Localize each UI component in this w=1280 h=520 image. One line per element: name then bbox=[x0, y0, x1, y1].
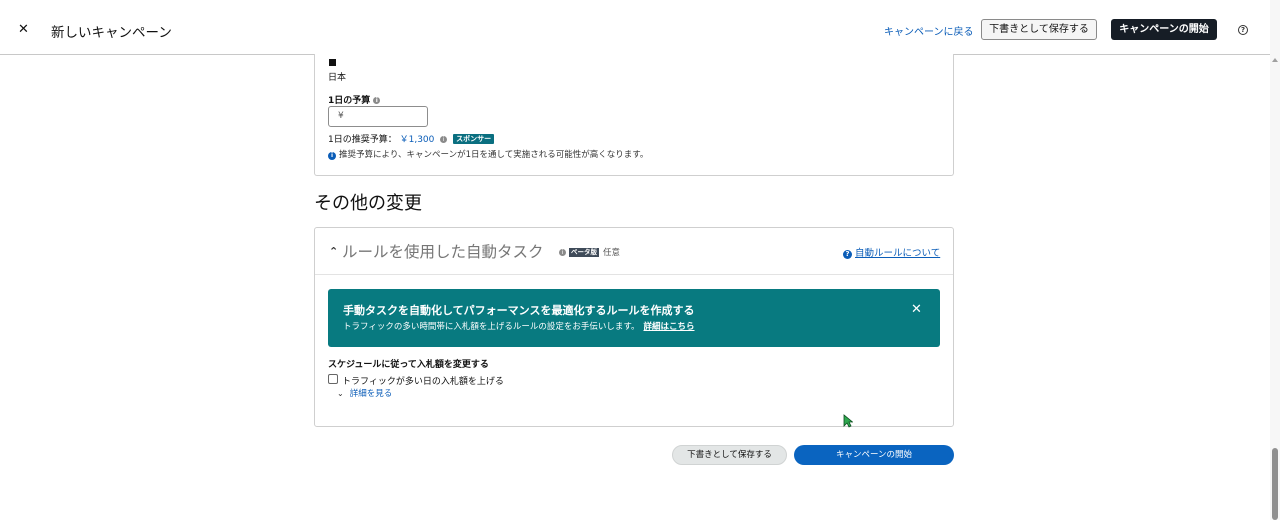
info-icon: i bbox=[328, 152, 336, 160]
banner-subtitle-text: トラフィックの多い時間帯に入札額を上げるルールの設定をお手伝いします。 bbox=[343, 322, 640, 332]
increase-bid-checkbox-label[interactable]: トラフィックが多い日の入札額を上げる bbox=[342, 374, 504, 387]
launch-campaign-button[interactable]: キャンペーンの開始 bbox=[794, 445, 954, 465]
increase-bid-checkbox[interactable] bbox=[328, 374, 338, 384]
budget-note-text: 推奨予算により、キャンペーンが1日を通して実施される可能性が高くなります。 bbox=[339, 150, 649, 160]
info-icon[interactable]: i bbox=[440, 136, 448, 143]
scrollbar-thumb[interactable] bbox=[1272, 448, 1278, 520]
daily-budget-label-text: 1日の予算 bbox=[328, 96, 371, 106]
see-details-text[interactable]: 詳細を見る bbox=[350, 389, 393, 399]
other-changes-heading: その他の変更 bbox=[314, 193, 422, 214]
help-icon[interactable]: ? bbox=[1238, 25, 1248, 35]
rules-card-divider bbox=[315, 274, 953, 275]
chevron-down-icon: ⌄ bbox=[337, 389, 344, 398]
beta-badge: ベータ版 bbox=[569, 248, 599, 257]
budget-note: i 推奨予算により、キャンペーンが1日を通して実施される可能性が高くなります。 bbox=[328, 148, 648, 160]
rules-section-title[interactable]: ルールを使用した自動タスク bbox=[342, 240, 544, 262]
daily-budget-input[interactable]: ¥ bbox=[328, 106, 428, 127]
question-icon: ? bbox=[843, 250, 852, 259]
recommended-budget-row: 1日の推奨予算： ￥1,300 i スポンサー bbox=[328, 132, 495, 145]
optional-label: 任意 bbox=[603, 248, 621, 258]
scrollbar-track[interactable] bbox=[1270, 0, 1280, 520]
info-icon[interactable]: i bbox=[559, 249, 566, 256]
see-details-link[interactable]: ⌄ 詳細を見る bbox=[337, 387, 392, 399]
launch-campaign-button[interactable]: キャンペーンの開始 bbox=[1111, 19, 1217, 40]
about-auto-rules-text[interactable]: 自動ルールについて bbox=[855, 248, 940, 259]
banner-subtitle: トラフィックの多い時間帯に入札額を上げるルールの設定をお手伝いします。 詳細はこち… bbox=[343, 320, 695, 332]
chevron-up-icon[interactable]: ⌃ bbox=[329, 245, 338, 258]
banner-learn-more-link[interactable]: 詳細はこちら bbox=[643, 322, 694, 332]
about-auto-rules-link[interactable]: ? 自動ルールについて bbox=[843, 245, 940, 259]
banner-title: 手動タスクを自動化してパフォーマンスを最適化するルールを作成する bbox=[343, 304, 695, 317]
back-to-campaigns-link[interactable]: キャンペーンに戻る bbox=[884, 23, 974, 38]
save-draft-button[interactable]: 下書きとして保存する bbox=[981, 19, 1097, 40]
flag-icon bbox=[329, 59, 336, 66]
close-icon[interactable]: ✕ bbox=[18, 22, 29, 37]
recommended-budget-label: 1日の推奨予算： bbox=[328, 135, 397, 145]
scroll-up-arrow-icon[interactable] bbox=[1272, 58, 1278, 62]
rules-banner bbox=[328, 289, 940, 347]
recommended-budget-amount[interactable]: ￥1,300 bbox=[400, 135, 435, 145]
close-icon[interactable]: ✕ bbox=[911, 302, 922, 317]
page-title: 新しいキャンペーン bbox=[51, 25, 172, 41]
save-draft-button[interactable]: 下書きとして保存する bbox=[672, 445, 787, 465]
daily-budget-label: 1日の予算 i bbox=[328, 93, 381, 106]
sponsor-badge: スポンサー bbox=[453, 134, 495, 144]
cursor-icon bbox=[843, 414, 853, 428]
country-value: 日本 bbox=[328, 73, 347, 83]
info-icon[interactable]: i bbox=[373, 97, 381, 104]
schedule-label: スケジュールに従って入札額を変更する bbox=[328, 360, 489, 370]
rules-meta: i ベータ版 任意 bbox=[556, 246, 620, 258]
